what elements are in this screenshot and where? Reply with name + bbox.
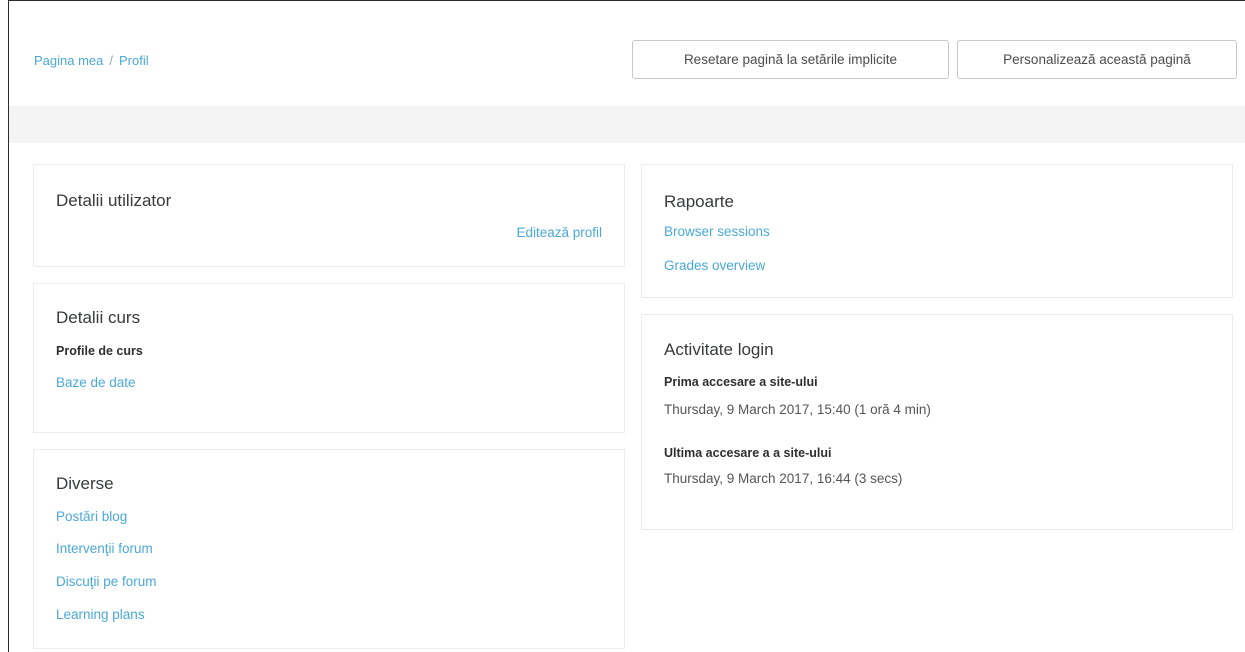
reset-page-button[interactable]: Resetare pagină la setările implicite (632, 40, 949, 79)
misc-card: Diverse Postări blog Intervenţii forum D… (33, 449, 625, 649)
reports-link-browser-sessions[interactable]: Browser sessions (664, 224, 770, 239)
course-link-databases[interactable]: Baze de date (56, 375, 136, 390)
first-access-label: Prima accesare a site-ului (664, 375, 818, 389)
customize-page-button[interactable]: Personalizează această pagină (957, 40, 1237, 79)
last-access-label: Ultima accesare a a site-ului (664, 446, 832, 460)
page-frame: Pagina mea / Profil Resetare pagină la set… (8, 0, 1245, 652)
last-access-value: Thursday, 9 March 2017, 16:44 (3 secs) (664, 471, 903, 486)
course-details-card: Detalii curs Profile de curs Baze de dat… (33, 283, 625, 433)
breadcrumb-home-link[interactable]: Pagina mea (34, 53, 103, 68)
misc-link-forum-discussions[interactable]: Discuţii pe forum (56, 574, 157, 589)
breadcrumb-current-link[interactable]: Profil (119, 53, 149, 68)
user-details-card: Detalii utilizator Editează profil (33, 164, 625, 267)
misc-title: Diverse (56, 474, 114, 493)
page-header: Pagina mea / Profil Resetare pagină la set… (9, 1, 1245, 106)
user-details-title: Detalii utilizator (56, 191, 172, 210)
misc-link-learning-plans[interactable]: Learning plans (56, 607, 145, 622)
reports-card: Rapoarte Browser sessions Grades overvie… (641, 164, 1233, 298)
edit-profile-link[interactable]: Editează profil (516, 225, 602, 240)
login-activity-title: Activitate login (664, 340, 774, 359)
breadcrumb-separator: / (109, 53, 114, 68)
course-details-title: Detalii curs (56, 308, 141, 327)
reports-link-grades-overview[interactable]: Grades overview (664, 258, 765, 273)
first-access-value: Thursday, 9 March 2017, 15:40 (1 oră 4 m… (664, 402, 931, 417)
reports-title: Rapoarte (664, 192, 734, 211)
page-header-band (9, 106, 1245, 143)
course-profiles-label: Profile de curs (56, 344, 143, 358)
breadcrumb: Pagina mea / Profil (34, 53, 149, 68)
misc-link-forum-posts[interactable]: Intervenţii forum (56, 541, 153, 556)
login-activity-card: Activitate login Prima accesare a site-u… (641, 314, 1233, 530)
misc-link-blog-posts[interactable]: Postări blog (56, 509, 127, 524)
